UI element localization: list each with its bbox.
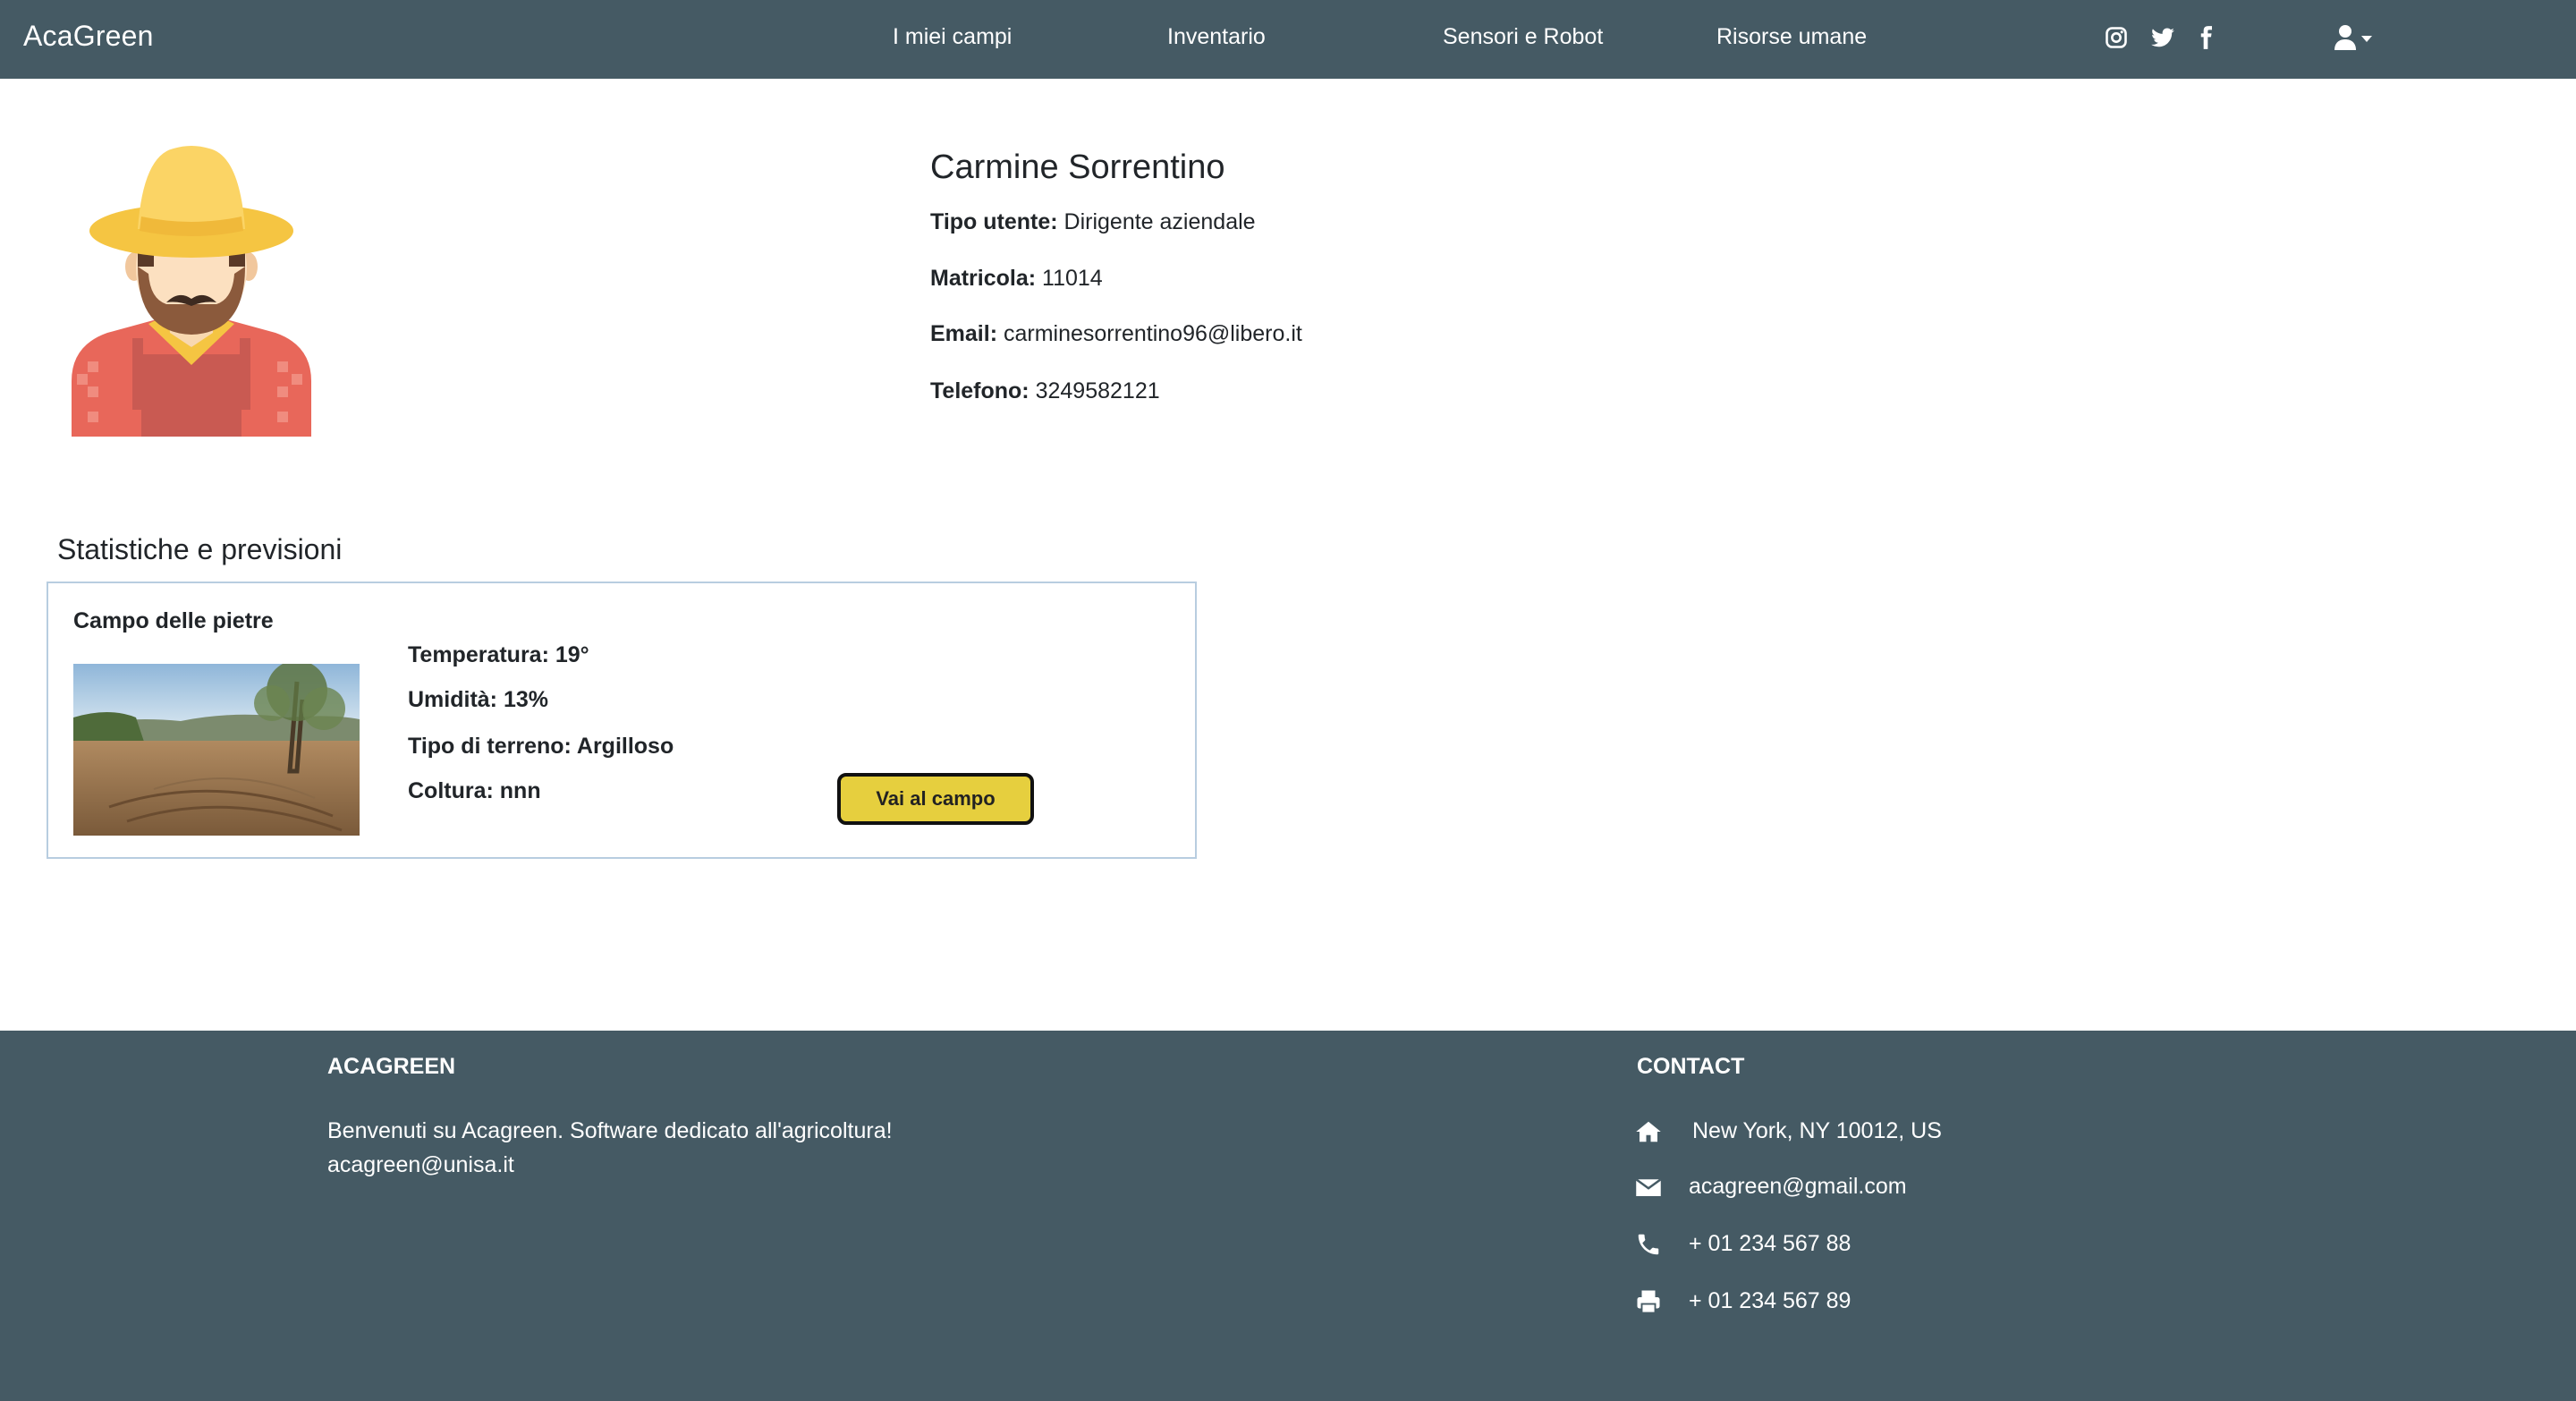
user-icon <box>2334 25 2372 50</box>
user-menu-dropdown[interactable] <box>2333 23 2377 54</box>
instagram-icon[interactable] <box>2104 25 2129 50</box>
go-to-field-button[interactable]: Vai al campo <box>837 773 1034 825</box>
id-number-value: 11014 <box>1042 266 1103 291</box>
footer-email-link[interactable]: acagreen@unisa.it <box>327 1152 514 1178</box>
field-photo <box>73 664 360 836</box>
nav-link-my-fields[interactable]: I miei campi <box>893 24 1012 50</box>
phone-label: Telefono: <box>930 378 1030 403</box>
farmer-avatar <box>72 146 311 437</box>
field-humidity: Umidità: 13% <box>408 687 548 712</box>
page-footer: ACAGREEN Benvenuti su Acagreen. Software… <box>0 1031 2576 1401</box>
contact-phone: + 01 234 567 88 <box>1689 1231 1852 1256</box>
home-icon <box>1636 1121 1661 1142</box>
stats-section-title: Statistiche e previsioni <box>57 533 343 565</box>
footer-contact-heading: CONTACT <box>1637 1054 1745 1079</box>
profile-user-type: Tipo utente: Dirigente aziendale <box>930 209 1256 235</box>
profile-id-number: Matricola: 11014 <box>930 266 1103 292</box>
profile-phone: Telefono: 3249582121 <box>930 378 1160 404</box>
email-label: Email: <box>930 321 998 346</box>
envelope-icon <box>1635 1178 1662 1196</box>
field-crop: Coltura: nnn <box>408 778 541 803</box>
phone-icon <box>1638 1234 1659 1255</box>
brand-logo[interactable]: AcaGreen <box>23 20 154 53</box>
print-icon <box>1637 1290 1660 1314</box>
contact-email[interactable]: acagreen@gmail.com <box>1689 1174 1907 1200</box>
profile-name: Carmine Sorrentino <box>930 149 1225 186</box>
phone-value: 3249582121 <box>1035 378 1160 403</box>
field-soil-type: Tipo di terreno: Argilloso <box>408 734 674 759</box>
field-card-title: Campo delle pietre <box>73 608 274 633</box>
profile-email: Email: carminesorrentino96@libero.it <box>930 321 1302 347</box>
email-value: carminesorrentino96@libero.it <box>1003 321 1302 346</box>
nav-link-inventory[interactable]: Inventario <box>1167 24 1266 50</box>
user-type-label: Tipo utente: <box>930 209 1058 234</box>
contact-fax: + 01 234 567 89 <box>1689 1288 1852 1313</box>
contact-address: New York, NY 10012, US <box>1692 1118 1942 1143</box>
field-temperature: Temperatura: 19° <box>408 642 589 667</box>
footer-brand-heading: ACAGREEN <box>327 1054 456 1079</box>
footer-welcome-text: Benvenuti su Acagreen. Software dedicato… <box>327 1118 893 1143</box>
id-number-label: Matricola: <box>930 266 1037 291</box>
field-card: Campo delle pietre Temperatura: 19° Umid… <box>47 582 1197 859</box>
nav-link-human-resources[interactable]: Risorse umane <box>1716 24 1867 50</box>
facebook-icon[interactable] <box>2193 25 2218 50</box>
nav-link-sensors-robots[interactable]: Sensori e Robot <box>1443 24 1603 50</box>
user-type-value: Dirigente aziendale <box>1063 209 1256 234</box>
twitter-icon[interactable] <box>2150 25 2175 50</box>
top-navbar: AcaGreen I miei campi Inventario Sensori… <box>0 0 2576 79</box>
